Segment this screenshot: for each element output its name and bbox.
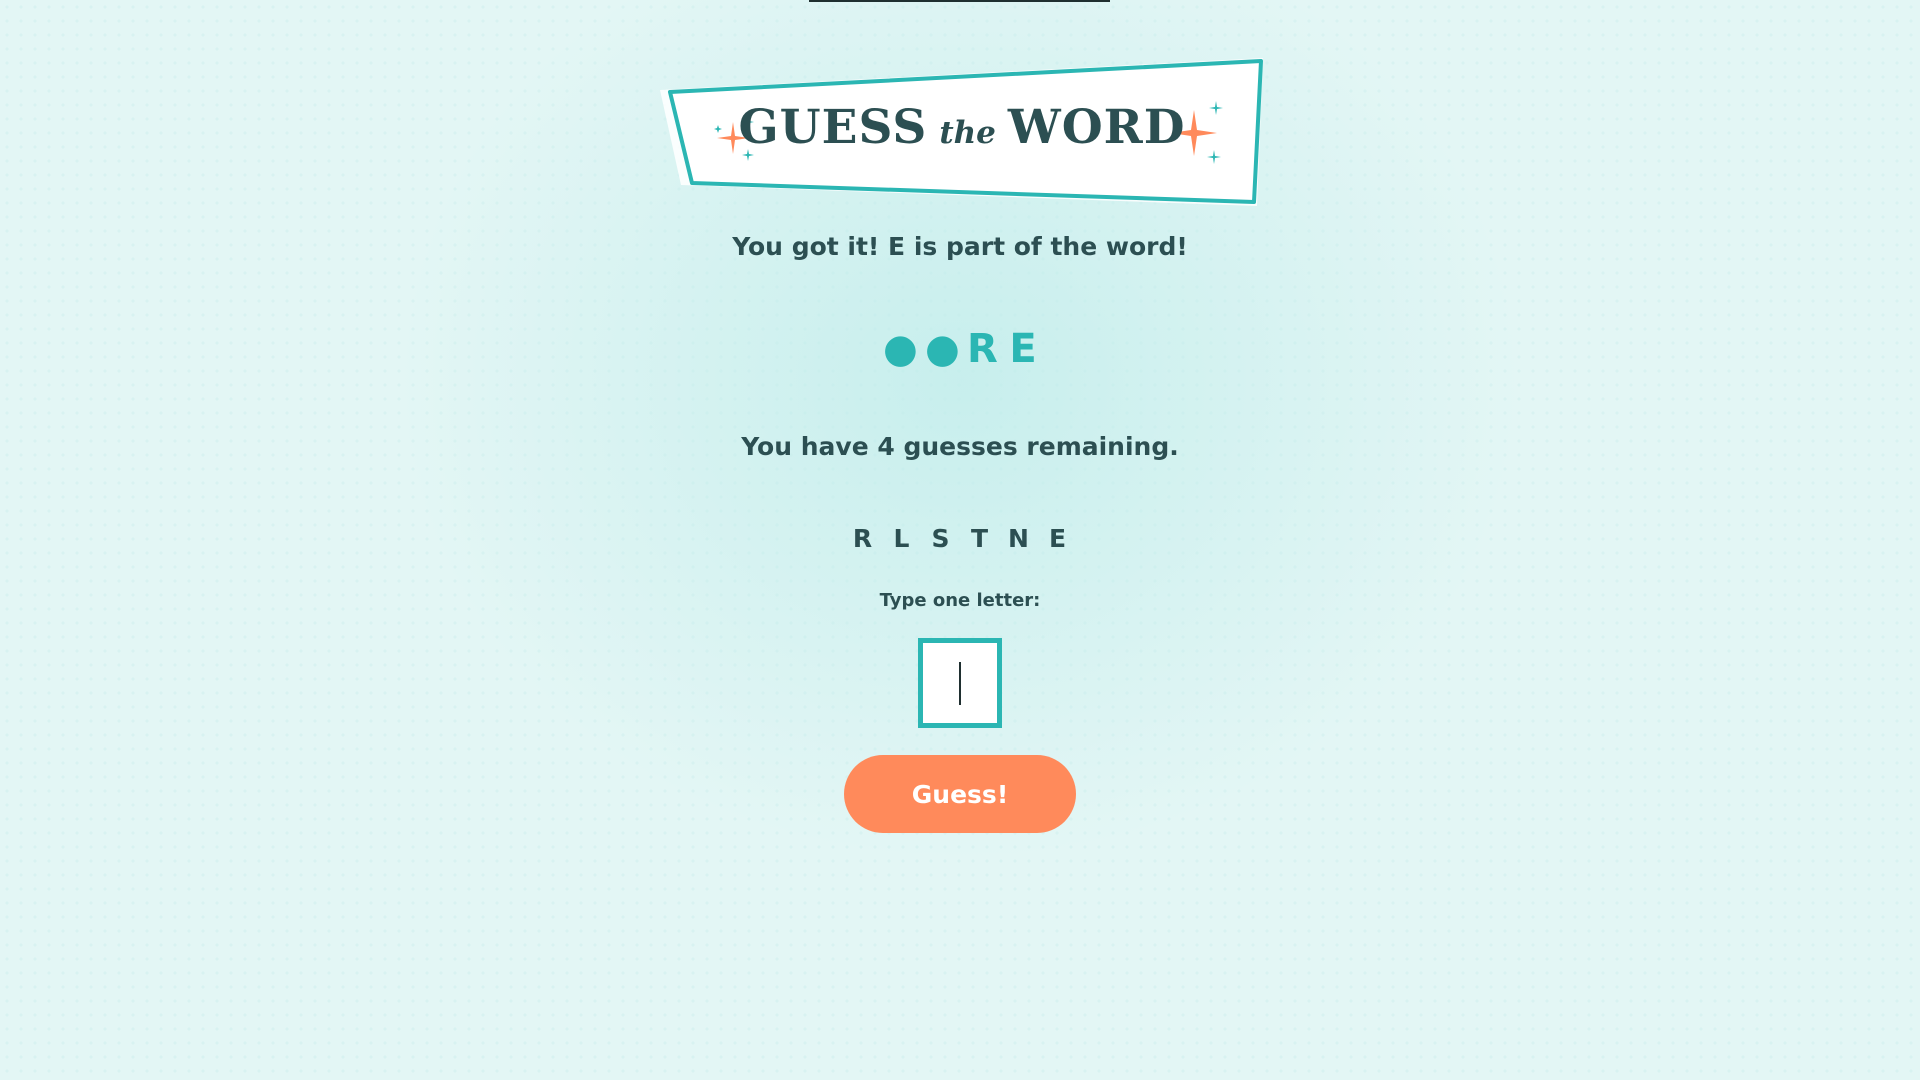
letter-input-label: Type one letter: bbox=[879, 590, 1041, 611]
word-slot: E bbox=[1009, 326, 1037, 372]
guess-result-message: You got it! E is part of the word! bbox=[732, 232, 1188, 261]
title-word-word: WORD bbox=[1007, 100, 1186, 155]
guessed-letters-list: R L S T N E bbox=[0, 524, 1920, 553]
word-slot: ● bbox=[883, 326, 918, 372]
game-title: GUESS the WORD bbox=[660, 100, 1264, 155]
title-word-guess: GUESS bbox=[738, 100, 928, 155]
title-banner: GUESS the WORD bbox=[660, 58, 1264, 206]
top-divider bbox=[809, 0, 1110, 2]
guess-button[interactable]: Guess! bbox=[844, 755, 1076, 833]
text-caret bbox=[959, 662, 961, 705]
guessed-letter: T bbox=[970, 524, 989, 553]
guessed-letter: E bbox=[1048, 524, 1067, 553]
guessed-letter: L bbox=[893, 524, 910, 553]
title-word-the: the bbox=[939, 115, 996, 151]
word-slot: ● bbox=[925, 326, 960, 372]
guessed-letter: R bbox=[852, 524, 873, 553]
guessed-letter: N bbox=[1008, 524, 1029, 553]
word-in-progress: ● ● R E bbox=[0, 326, 1920, 372]
word-slot: R bbox=[967, 326, 998, 372]
guessed-letter: S bbox=[931, 524, 950, 553]
remaining-guesses-message: You have 4 guesses remaining. bbox=[741, 432, 1179, 461]
